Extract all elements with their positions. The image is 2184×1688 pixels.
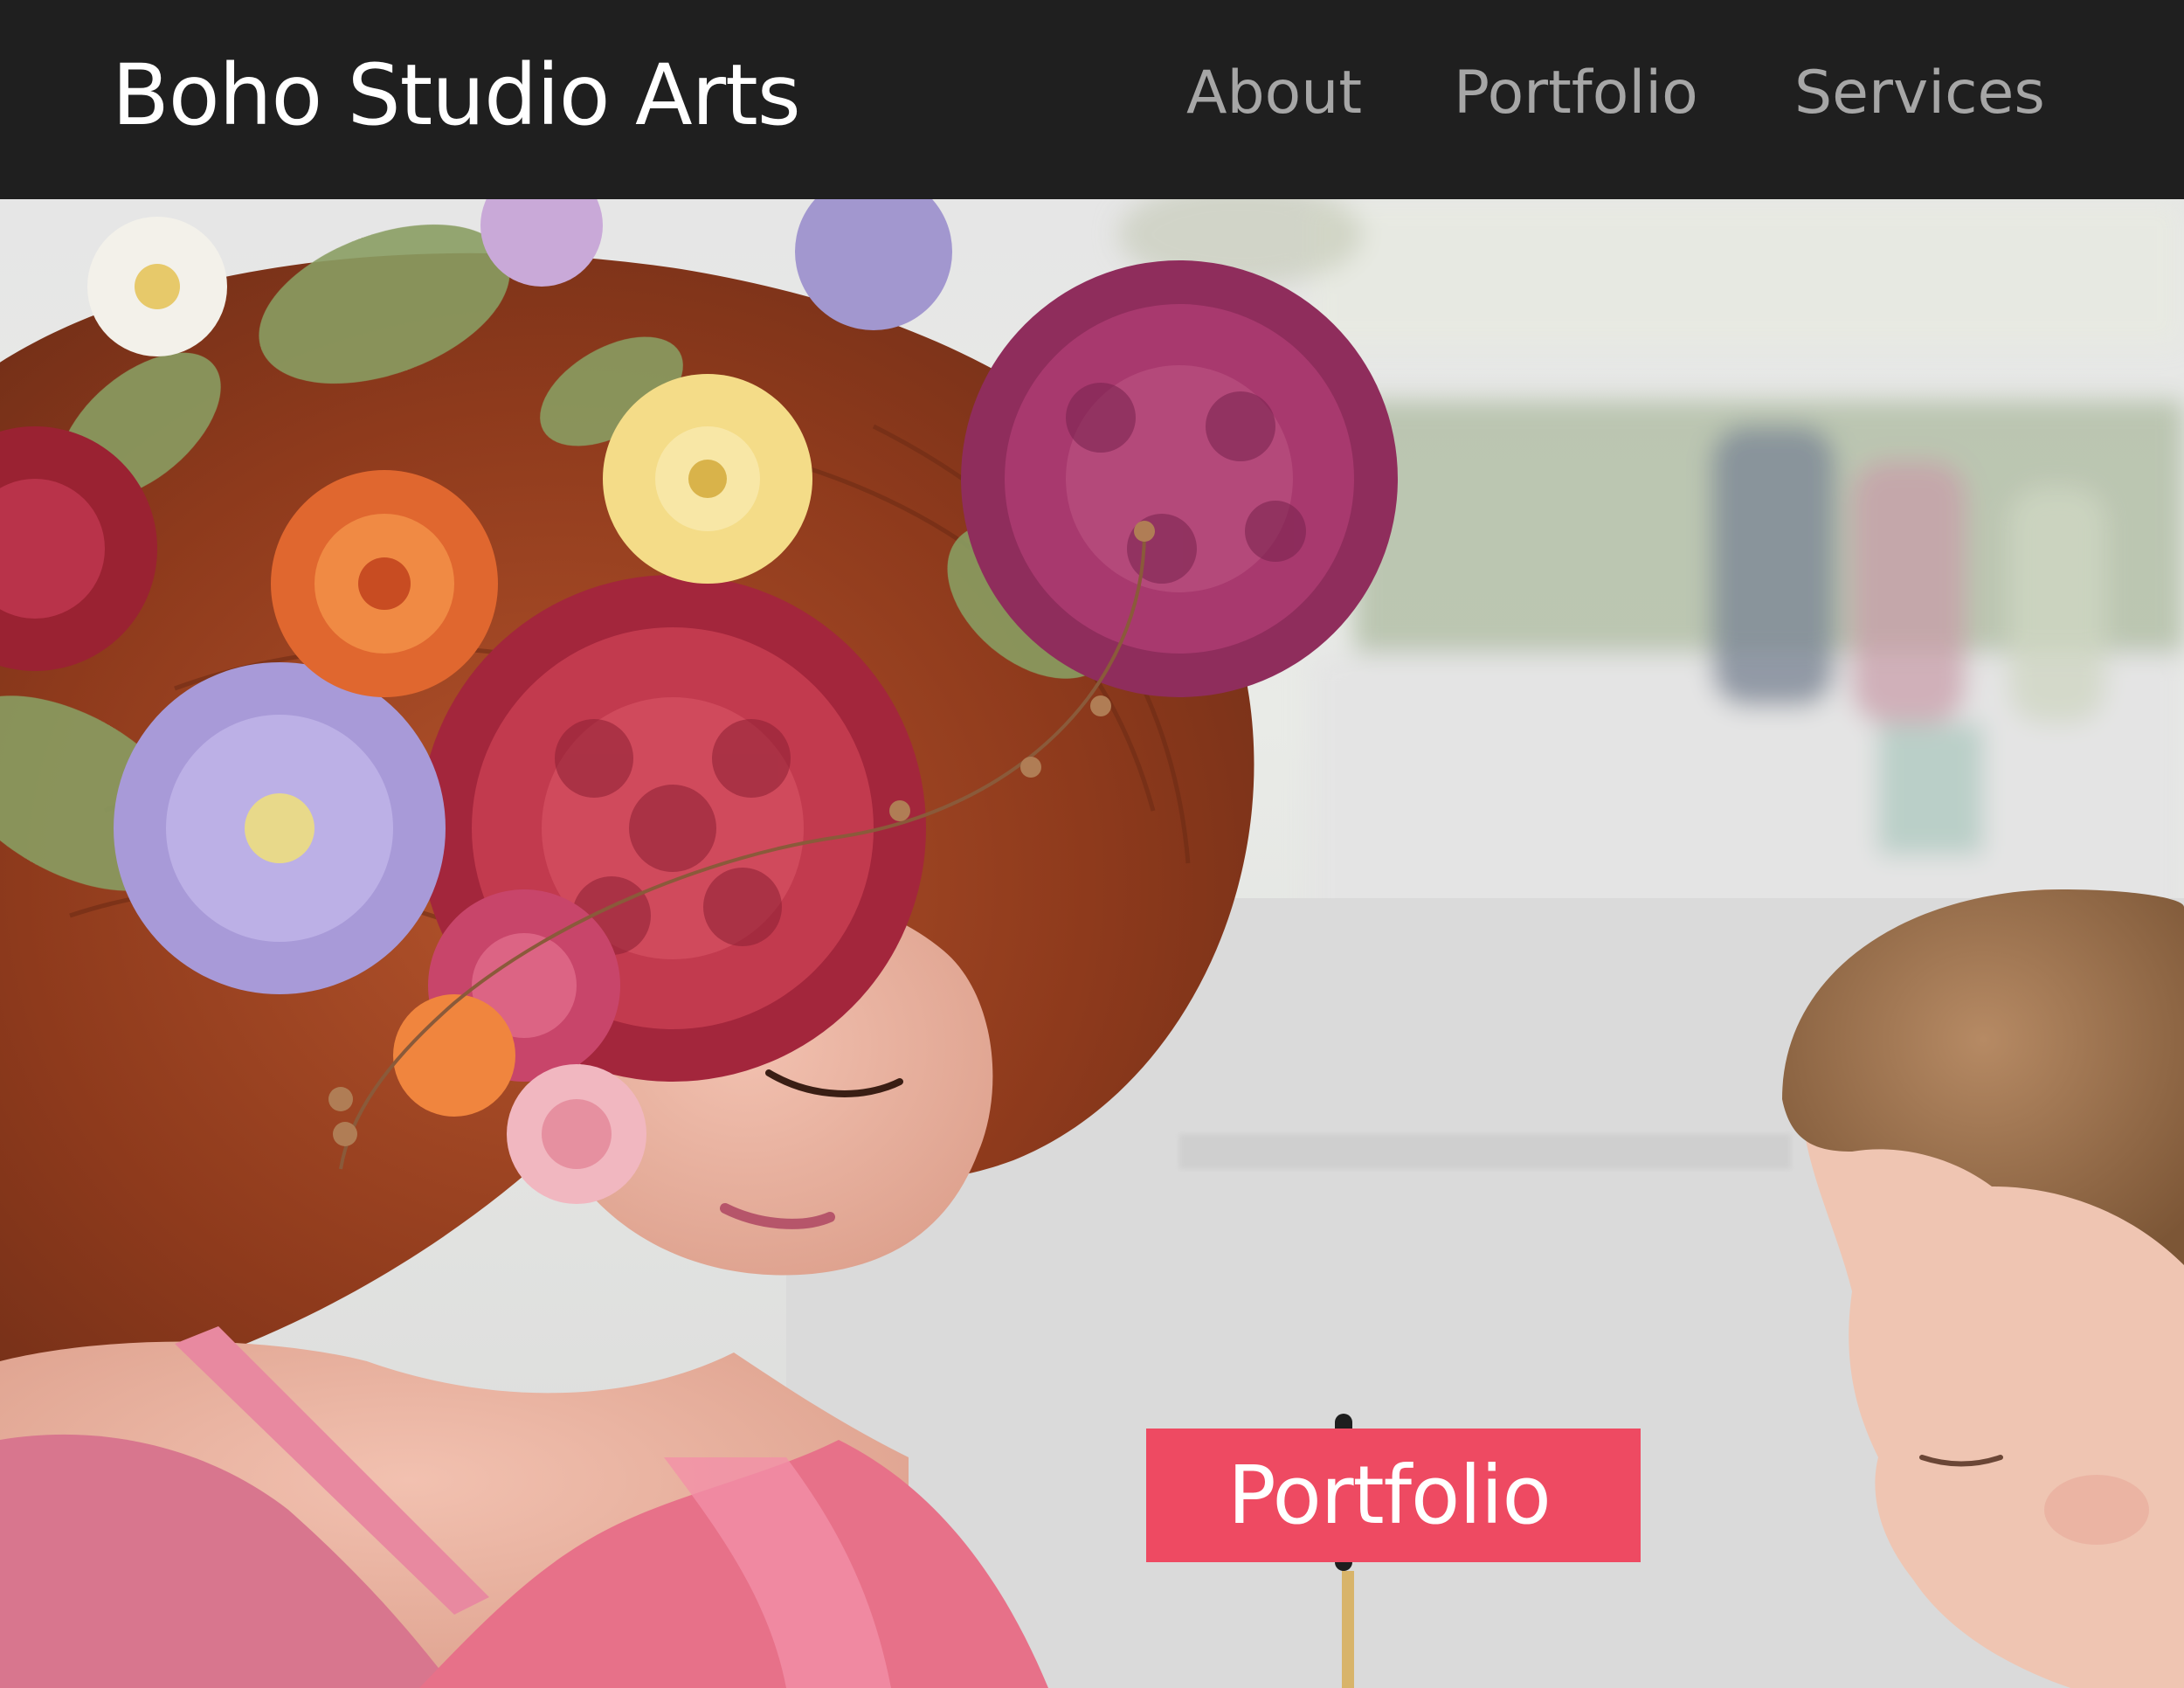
hero-section: Portfolio — [0, 199, 2184, 1688]
site-logo-text[interactable]: Boho Studio Arts — [112, 38, 801, 152]
nav-link-about[interactable]: About — [1186, 54, 1362, 133]
hero-photo — [0, 199, 2184, 1688]
nav-link-services[interactable]: Services — [1794, 54, 2045, 133]
portfolio-cta-button[interactable]: Portfolio — [1146, 1429, 1641, 1562]
page: Boho Studio Arts About Portfolio Service… — [0, 0, 2184, 1688]
main-nav: About Portfolio Services — [1136, 0, 2184, 199]
nav-link-portfolio[interactable]: Portfolio — [1454, 54, 1698, 133]
site-header: Boho Studio Arts About Portfolio Service… — [0, 0, 2184, 199]
